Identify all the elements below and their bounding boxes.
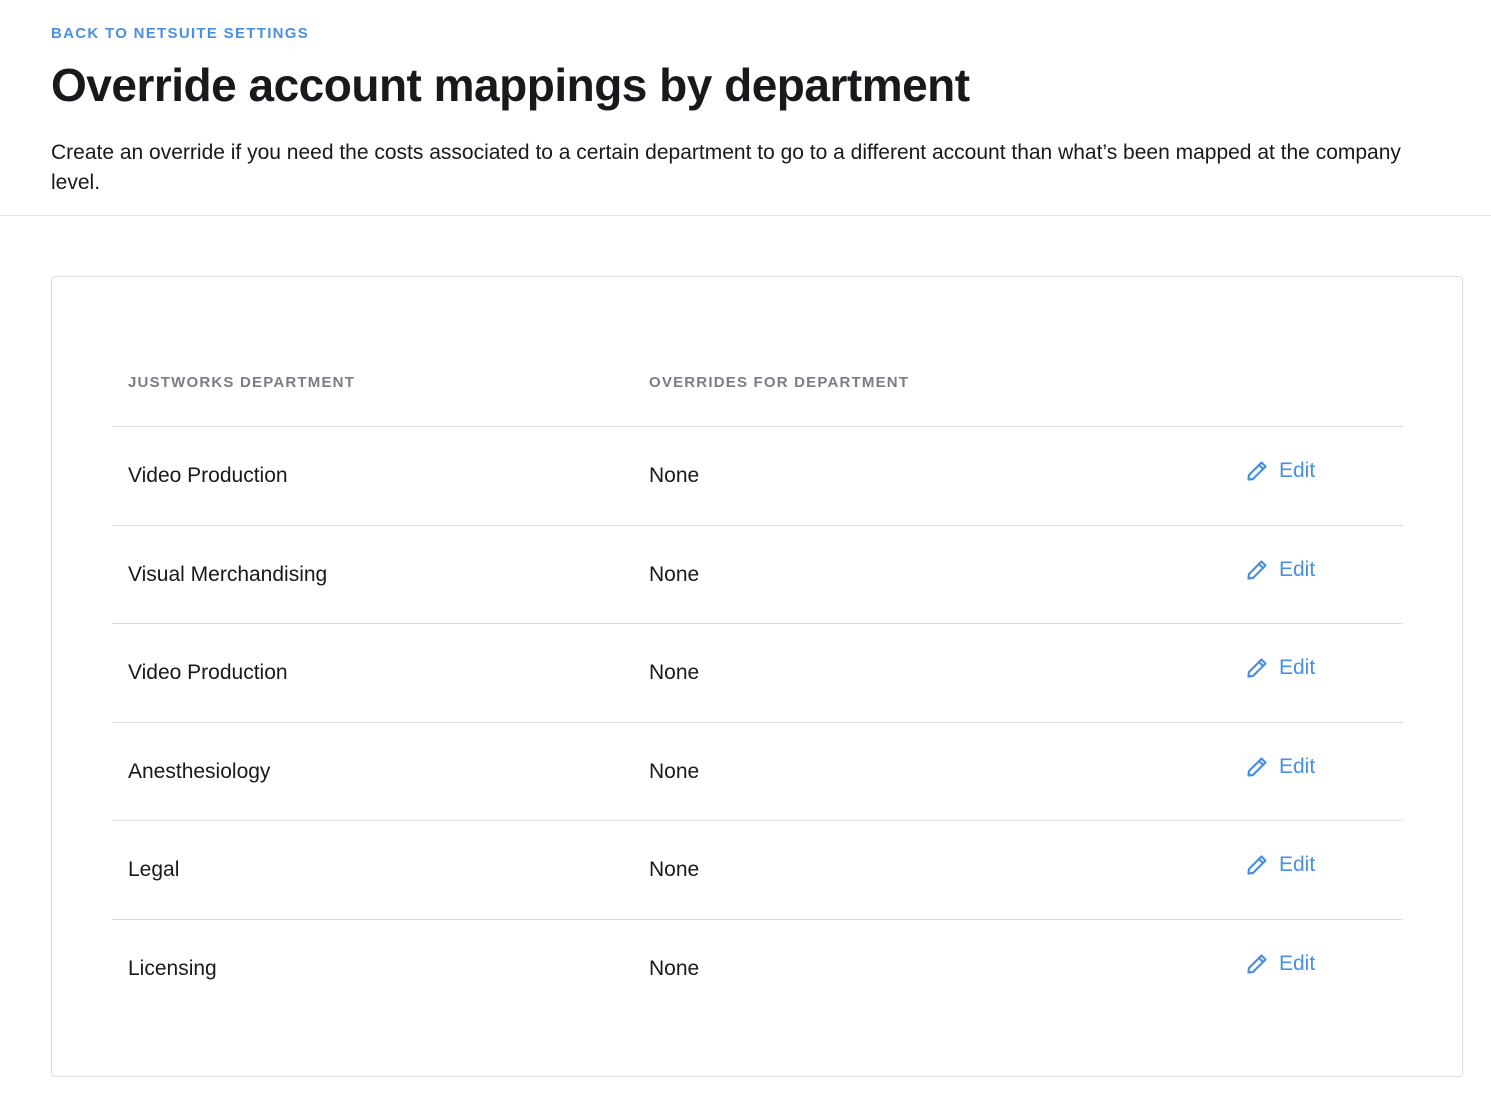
edit-button[interactable]: Edit [1245,655,1315,681]
table-header: JUSTWORKS DEPARTMENT OVERRIDES FOR DEPAR… [112,277,1403,427]
pencil-icon [1245,656,1269,680]
edit-label: Edit [1279,754,1316,778]
department-override: None [649,858,700,881]
department-name: Licensing [128,956,217,980]
pencil-icon [1245,558,1269,582]
pencil-icon [1245,952,1269,976]
edit-label: Edit [1279,656,1316,679]
edit-label: Edit [1279,951,1316,975]
department-override: None [649,956,700,980]
edit-button[interactable]: Edit [1245,458,1315,484]
page-header: BACK TO NETSUITE SETTINGS Override accou… [0,0,1491,216]
department-name: Video Production [128,464,288,487]
table-row: Anesthesiology None Edit [112,723,1403,821]
edit-label: Edit [1279,557,1316,581]
pencil-icon [1245,755,1269,779]
table-row: Video Production None Edit [112,624,1403,723]
department-name: Video Production [128,661,288,684]
edit-button[interactable]: Edit [1245,951,1315,977]
page-title: Override account mappings by department [51,59,970,111]
department-override: None [649,661,700,684]
table-row: Video Production None Edit [112,427,1403,526]
department-name: Legal [128,858,180,881]
table-row: Legal None Edit [112,821,1403,920]
column-header-justworks-department: JUSTWORKS DEPARTMENT [128,374,356,391]
department-override: None [649,464,700,487]
edit-label: Edit [1279,459,1316,482]
pencil-icon [1245,459,1269,483]
edit-label: Edit [1279,853,1316,876]
table-row: Visual Merchandising None Edit [112,526,1403,624]
column-header-overrides-for-department: OVERRIDES FOR DEPARTMENT [649,374,910,391]
edit-button[interactable]: Edit [1245,557,1315,583]
back-to-netsuite-settings-link[interactable]: BACK TO NETSUITE SETTINGS [51,25,309,43]
table-row: Licensing None Edit [112,920,1403,1019]
edit-button[interactable]: Edit [1245,852,1315,878]
department-name: Visual Merchandising [128,562,328,586]
department-overrides-card: JUSTWORKS DEPARTMENT OVERRIDES FOR DEPAR… [51,276,1463,1077]
page-description: Create an override if you need the costs… [51,141,1401,194]
department-name: Anesthesiology [128,759,271,783]
edit-button[interactable]: Edit [1245,754,1315,780]
pencil-icon [1245,853,1269,877]
department-overrides-table: JUSTWORKS DEPARTMENT OVERRIDES FOR DEPAR… [112,277,1403,1018]
department-override: None [649,562,700,586]
department-override: None [649,759,700,783]
